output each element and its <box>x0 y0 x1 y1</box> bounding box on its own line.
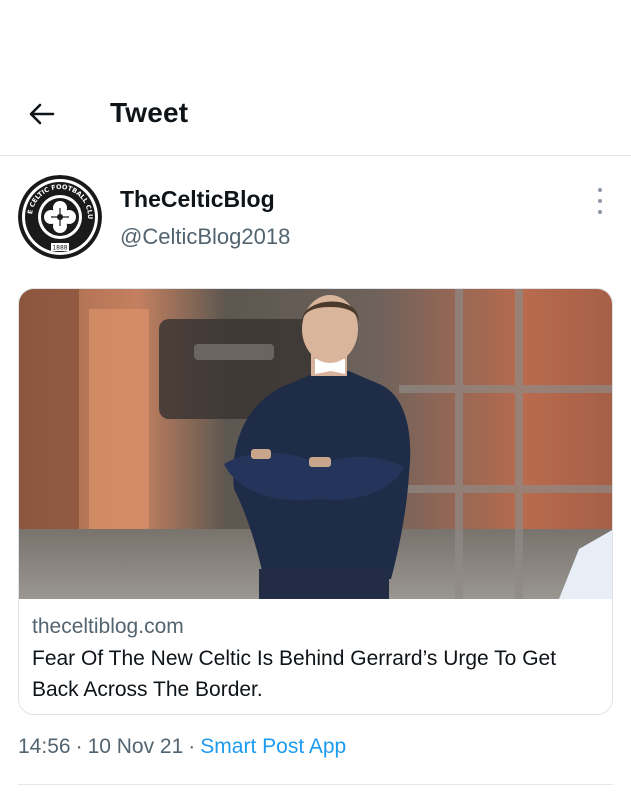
tweet-source-link[interactable]: Smart Post App <box>200 735 346 758</box>
card-domain: theceltiblog.com <box>32 615 184 638</box>
svg-text:1888: 1888 <box>52 245 67 252</box>
link-preview-card[interactable]: theceltiblog.com Fear Of The New Celtic … <box>18 288 613 715</box>
card-image <box>19 289 612 599</box>
tweet-meta: 14:56 · 10 Nov 21 · Smart Post App <box>18 735 346 759</box>
more-options-button[interactable] <box>588 188 612 214</box>
more-vertical-icon <box>598 188 602 192</box>
celtic-fc-crest-icon: THE CELTIC FOOTBALL CLUB 1888 <box>18 175 102 259</box>
card-text: theceltiblog.com Fear Of The New Celtic … <box>32 613 602 705</box>
avatar[interactable]: THE CELTIC FOOTBALL CLUB 1888 <box>18 175 102 259</box>
author-handle[interactable]: @CelticBlog2018 <box>120 224 290 250</box>
meta-separator: · <box>75 735 83 758</box>
tweet-time[interactable]: 14:56 <box>18 735 71 758</box>
arrow-left-icon <box>29 103 55 125</box>
meta-separator: · <box>188 735 196 758</box>
page-title: Tweet <box>110 97 189 128</box>
divider <box>18 784 613 785</box>
tweet-date[interactable]: 10 Nov 21 <box>88 735 184 758</box>
card-title: Fear Of The New Celtic Is Behind Gerrard… <box>32 647 557 701</box>
app-header: Tweet <box>0 80 631 156</box>
author-display-name[interactable]: TheCelticBlog <box>120 186 275 213</box>
back-button[interactable] <box>22 94 62 134</box>
